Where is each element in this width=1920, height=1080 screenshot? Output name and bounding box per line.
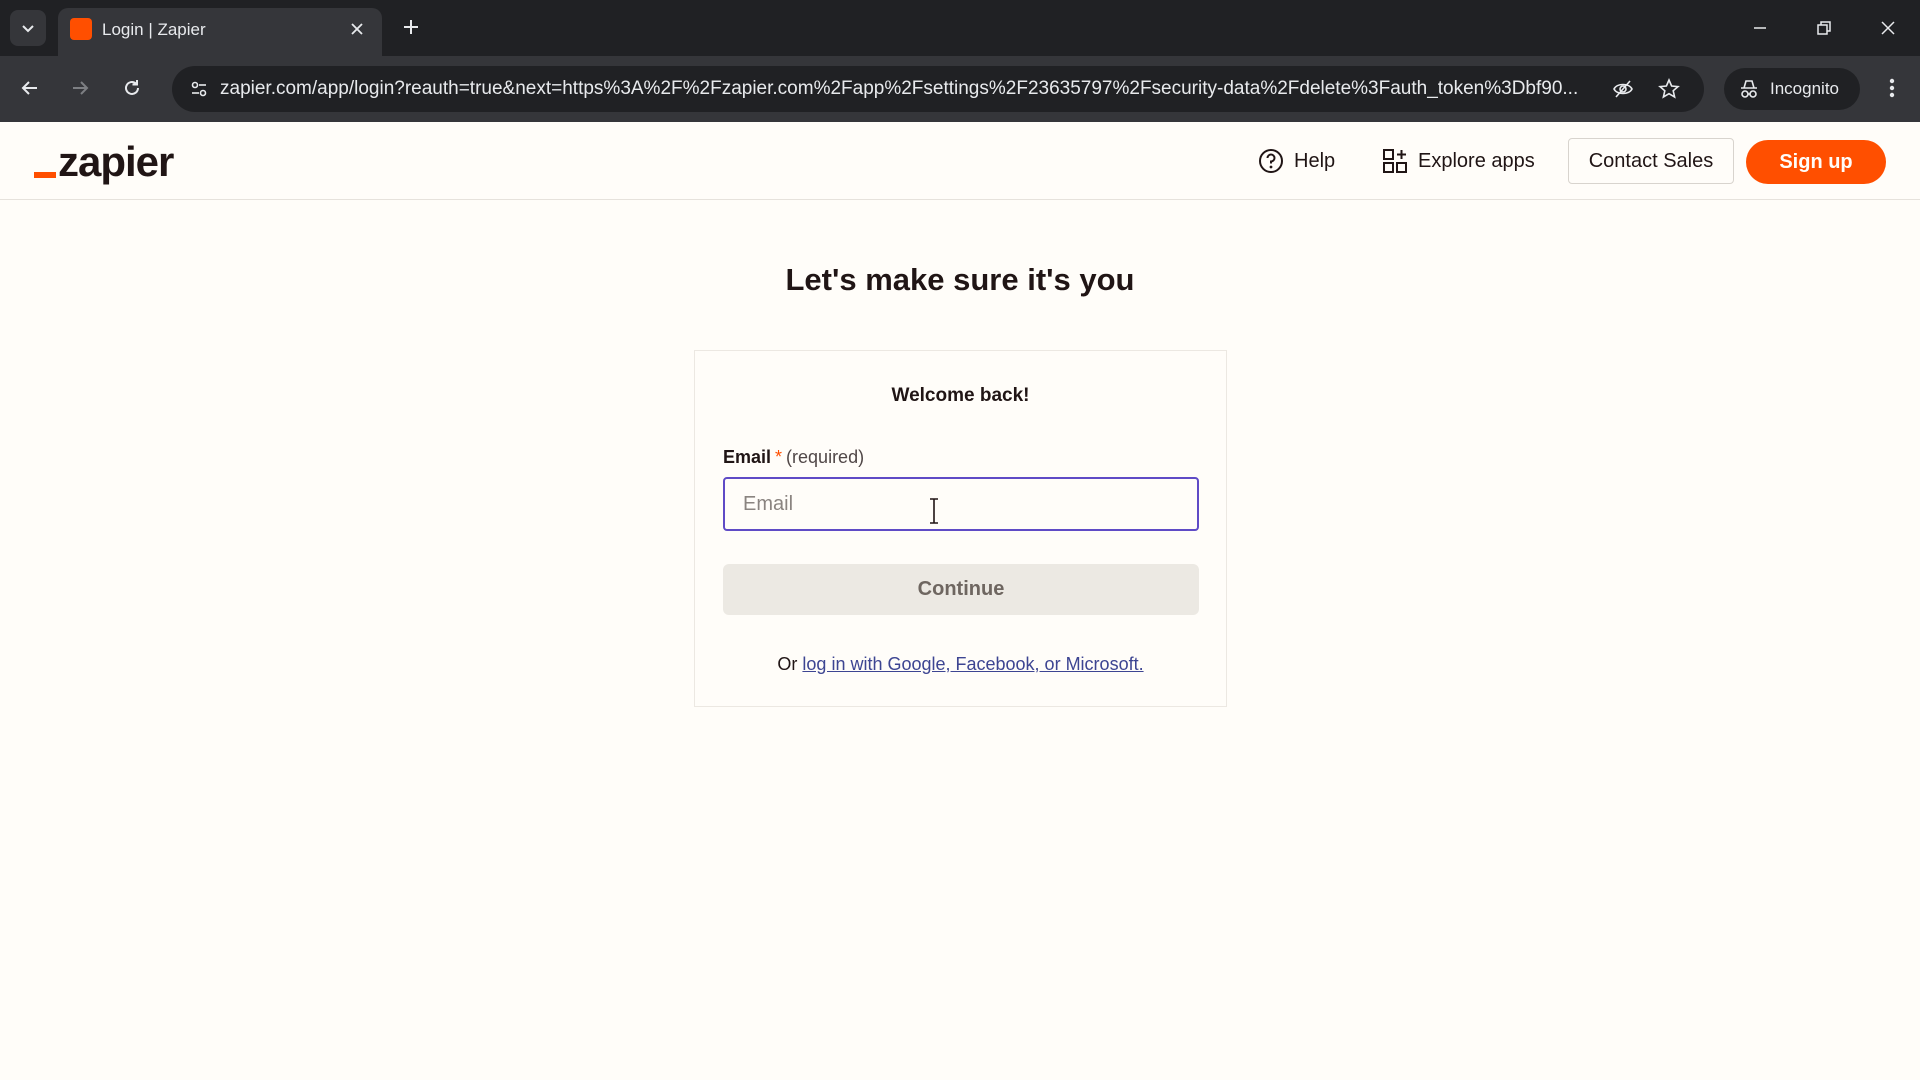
browser-tab-active[interactable]: Login | Zapier	[58, 8, 382, 56]
explore-apps-link[interactable]: Explore apps	[1382, 144, 1535, 178]
close-icon	[351, 23, 363, 35]
text-cursor-icon	[930, 498, 938, 524]
help-icon	[1259, 149, 1283, 173]
apps-grid-icon	[1383, 149, 1407, 173]
alt-login-text: Or log in with Google, Facebook, or Micr…	[695, 654, 1226, 675]
email-label: Email * (required)	[723, 447, 864, 468]
incognito-icon	[1741, 80, 1757, 98]
new-tab-button[interactable]	[396, 12, 426, 42]
social-login-link[interactable]: log in with Google, Facebook, or Microso…	[802, 654, 1143, 674]
forward-button[interactable]	[60, 68, 100, 108]
zapier-logo[interactable]: zapier	[34, 136, 174, 186]
logo-underscore	[34, 172, 56, 178]
site-info-button[interactable]	[180, 70, 218, 108]
tune-icon	[191, 81, 207, 97]
close-icon	[1881, 21, 1895, 35]
browser-toolbar: zapier.com/app/login?reauth=true&next=ht…	[0, 56, 1920, 122]
reload-button[interactable]	[112, 68, 152, 108]
tab-search-button[interactable]	[10, 10, 46, 46]
chevron-down-icon	[22, 25, 34, 33]
bookmark-button[interactable]	[1650, 70, 1688, 108]
logo-text: zapier	[58, 138, 174, 185]
help-link[interactable]: Help	[1258, 144, 1335, 178]
sign-up-button[interactable]: Sign up	[1746, 140, 1886, 184]
contact-sales-button[interactable]: Contact Sales	[1568, 138, 1734, 184]
tracking-protection-button[interactable]	[1604, 70, 1642, 108]
required-text: (required)	[786, 447, 865, 467]
email-label-text: Email	[723, 447, 772, 467]
arrow-right-icon	[73, 81, 89, 95]
required-star: *	[775, 447, 783, 467]
minimize-icon	[1754, 27, 1766, 29]
incognito-indicator[interactable]: Incognito	[1724, 68, 1860, 110]
url-text[interactable]: zapier.com/app/login?reauth=true&next=ht…	[220, 78, 1600, 100]
welcome-heading: Welcome back!	[891, 385, 1030, 406]
email-input[interactable]	[723, 477, 1199, 531]
page-title: Let's make sure it's you	[785, 262, 1135, 297]
incognito-label: Incognito	[1770, 79, 1839, 98]
browser-menu-button[interactable]	[1872, 68, 1912, 108]
close-window-button[interactable]	[1868, 8, 1908, 48]
arrow-left-icon	[21, 81, 37, 95]
zapier-favicon-icon	[70, 18, 92, 40]
continue-button[interactable]: Continue	[723, 564, 1199, 615]
more-vertical-icon	[1889, 78, 1895, 98]
minimize-button[interactable]	[1740, 8, 1780, 48]
plus-icon	[404, 20, 418, 34]
restore-icon	[1817, 21, 1831, 35]
address-bar[interactable]: zapier.com/app/login?reauth=true&next=ht…	[172, 66, 1704, 112]
login-card: Welcome back! Email*(required) Continue …	[694, 350, 1227, 707]
reload-icon	[125, 80, 139, 95]
browser-tabstrip: Login | Zapier	[0, 0, 1920, 56]
tab-close-button[interactable]	[344, 16, 370, 42]
explore-apps-label: Explore apps	[1418, 149, 1535, 172]
back-button[interactable]	[10, 68, 50, 108]
alt-login-prefix: Or	[777, 654, 803, 674]
eye-off-icon	[1613, 80, 1633, 98]
tab-title: Login | Zapier	[102, 20, 206, 39]
restore-button[interactable]	[1804, 8, 1844, 48]
help-label: Help	[1294, 149, 1336, 172]
site-header: zapier Help Explore apps Contact Sales S…	[0, 122, 1920, 200]
star-icon	[1658, 78, 1680, 99]
